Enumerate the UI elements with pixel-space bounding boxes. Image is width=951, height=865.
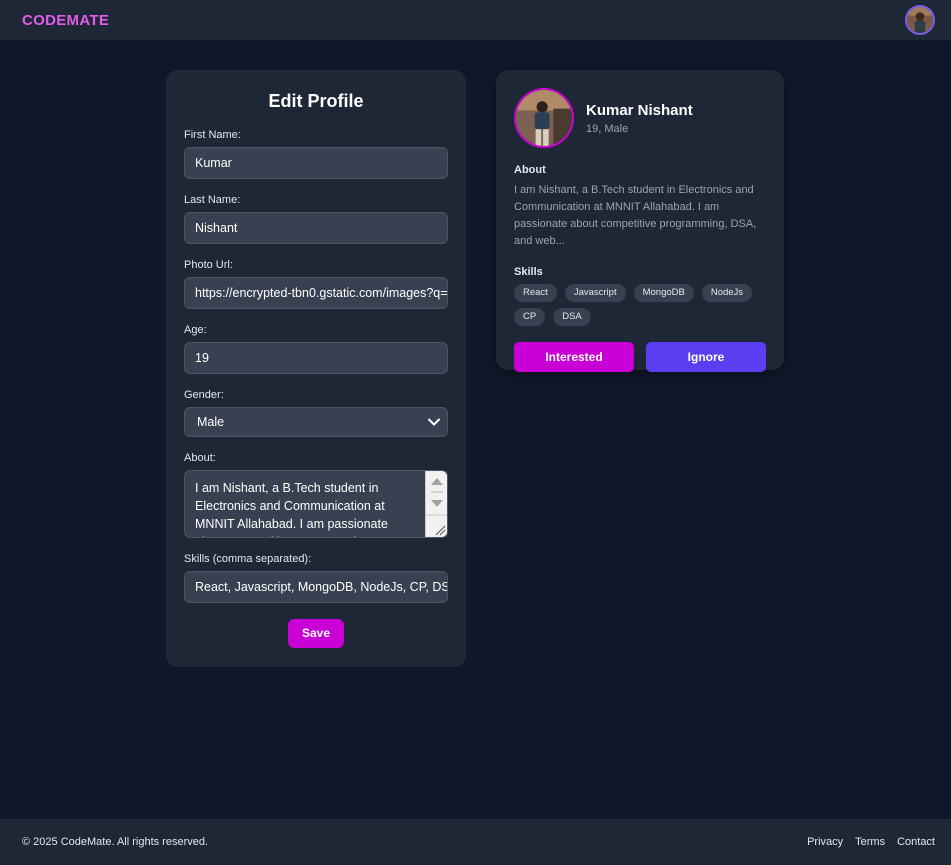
- about-textarea-text: I am Nishant, a B.Tech student in Electr…: [195, 481, 406, 537]
- profile-actions: Interested Ignore: [514, 342, 766, 372]
- profile-age-gender: 19, Male: [586, 122, 629, 135]
- photo-url-label: Photo Url:: [184, 259, 233, 271]
- profile-photo-icon: [516, 90, 572, 146]
- interested-button[interactable]: Interested: [514, 342, 634, 372]
- textarea-scrollbar[interactable]: [425, 471, 447, 537]
- age-input[interactable]: 19: [184, 342, 448, 374]
- photo-url-group: Photo Url: https://encrypted-tbn0.gstati…: [184, 258, 448, 309]
- skill-chip: Javascript: [564, 284, 626, 302]
- skill-chip: CP: [514, 308, 546, 326]
- skill-chip: DSA: [553, 308, 591, 326]
- edit-profile-title: Edit Profile: [268, 91, 364, 111]
- ignore-button[interactable]: Ignore: [646, 342, 766, 372]
- skills-input[interactable]: React, Javascript, MongoDB, NodeJs, CP, …: [184, 571, 448, 603]
- gender-group: Gender: Male: [184, 388, 448, 437]
- about-text: I am Nishant, a B.Tech student in Electr…: [514, 184, 757, 247]
- first-name-input[interactable]: Kumar: [184, 147, 448, 179]
- gender-selected-value: Male: [197, 415, 225, 429]
- skill-chip: NodeJs: [701, 284, 753, 302]
- skills-heading: Skills: [514, 266, 543, 278]
- last-name-input[interactable]: Nishant: [184, 212, 448, 244]
- skill-chip: MongoDB: [633, 284, 694, 302]
- skills-label: Skills (comma separated):: [184, 553, 312, 565]
- gender-select[interactable]: Male: [184, 407, 448, 437]
- profile-name: Kumar Nishant: [586, 101, 693, 119]
- avatar-photo-icon: [907, 7, 933, 33]
- first-name-group: First Name: Kumar: [184, 128, 448, 179]
- profile-photo: [514, 88, 574, 148]
- footer-link-terms[interactable]: Terms: [855, 836, 885, 848]
- save-button[interactable]: Save: [288, 619, 344, 648]
- first-name-label: First Name:: [184, 129, 241, 141]
- save-wrapper: Save: [184, 619, 448, 648]
- gender-label: Gender:: [184, 389, 224, 401]
- chevron-down-icon: [428, 418, 440, 426]
- last-name-label: Last Name:: [184, 194, 241, 206]
- navbar: CODEMATE: [0, 0, 951, 40]
- profile-info: Kumar Nishant 19, Male: [586, 102, 693, 135]
- brand-logo[interactable]: CODEMATE: [22, 12, 109, 29]
- about-heading: About: [514, 164, 546, 176]
- skills-list: React Javascript MongoDB NodeJs CP DSA: [514, 284, 754, 326]
- skill-chip: React: [514, 284, 557, 302]
- copyright-text: © 2025 CodeMate. All rights reserved.: [22, 836, 209, 848]
- about-label: About:: [184, 452, 216, 464]
- age-label: Age:: [184, 324, 207, 336]
- footer: © 2025 CodeMate. All rights reserved. Pr…: [0, 819, 951, 865]
- user-avatar-icon[interactable]: [905, 5, 935, 35]
- profile-preview-card: Kumar Nishant 19, Male About I am Nishan…: [496, 70, 784, 372]
- about-group: About: I am Nishant, a B.Tech student in…: [184, 451, 448, 538]
- profile-header: Kumar Nishant 19, Male: [514, 88, 766, 148]
- skills-group: Skills (comma separated): React, Javascr…: [184, 552, 448, 603]
- last-name-group: Last Name: Nishant: [184, 193, 448, 244]
- age-group: Age: 19: [184, 323, 448, 374]
- photo-url-input[interactable]: https://encrypted-tbn0.gstatic.com/image…: [184, 277, 448, 309]
- edit-profile-form: Edit Profile First Name: Kumar Last Name…: [166, 70, 466, 667]
- about-textarea[interactable]: I am Nishant, a B.Tech student in Electr…: [184, 470, 448, 538]
- scroll-arrows-icon: [426, 478, 447, 536]
- footer-links: Privacy Terms Contact: [807, 836, 935, 848]
- footer-link-privacy[interactable]: Privacy: [807, 836, 843, 848]
- footer-link-contact[interactable]: Contact: [897, 836, 935, 848]
